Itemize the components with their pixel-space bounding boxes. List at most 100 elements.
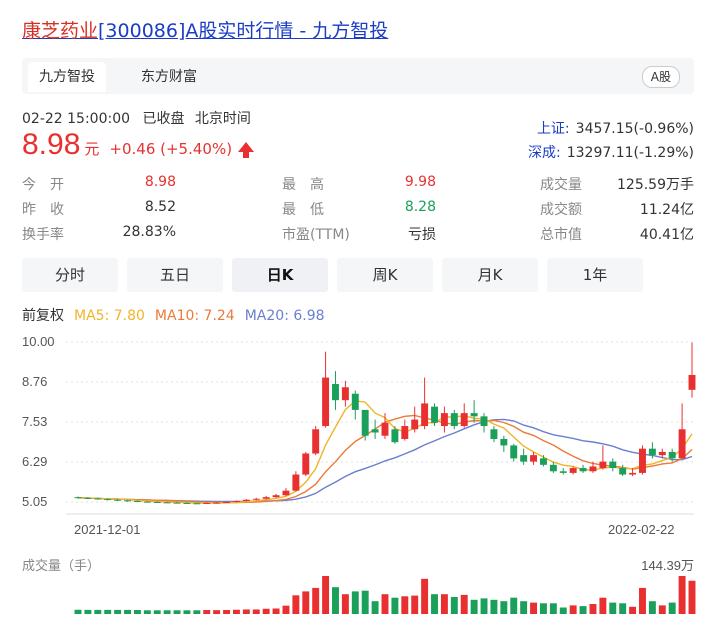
volume-bar <box>440 594 448 614</box>
candle-body <box>421 403 429 427</box>
candle-body <box>688 374 696 390</box>
candle <box>539 455 547 467</box>
candle-body <box>668 451 676 459</box>
candle-body <box>500 438 508 446</box>
candle-body <box>460 413 468 427</box>
volume-bar <box>242 609 250 614</box>
volume-bar <box>559 607 567 614</box>
candle <box>312 426 320 456</box>
candle-body <box>173 502 181 504</box>
candle-body <box>84 497 92 499</box>
candle <box>639 445 646 475</box>
candle-body <box>579 468 587 472</box>
candle-body <box>312 429 320 454</box>
candle <box>490 426 498 443</box>
volume-max: 144.39万 <box>641 558 694 573</box>
candle-body <box>351 393 359 410</box>
candle-body <box>272 495 280 498</box>
candle-body <box>292 474 300 491</box>
volume-bar <box>133 610 141 614</box>
candle <box>322 351 330 428</box>
volume-bar <box>668 602 676 614</box>
candle-body <box>480 416 488 427</box>
volume-bar <box>282 605 290 614</box>
candle-body <box>232 501 240 503</box>
candle-body <box>183 502 191 504</box>
candle <box>678 403 686 459</box>
volume-bar <box>223 610 231 614</box>
candle-body <box>361 409 369 436</box>
volume-bar <box>302 591 310 614</box>
volume-bar <box>549 603 557 614</box>
volume-bar <box>391 597 399 614</box>
candle-body <box>569 468 577 473</box>
candle-body <box>163 502 171 504</box>
candle <box>411 406 419 433</box>
candle-body <box>440 413 448 427</box>
candle-body <box>678 429 686 459</box>
candle-body <box>94 498 102 500</box>
volume-bar <box>322 576 330 614</box>
candle <box>401 419 409 441</box>
volume-bar <box>94 609 102 614</box>
candle <box>341 380 349 407</box>
volume-bar <box>143 610 151 614</box>
candle-body <box>213 502 221 504</box>
candle-body <box>193 503 201 505</box>
candle <box>559 468 567 475</box>
candle-body <box>143 501 151 503</box>
candle-body <box>619 468 627 475</box>
candle-body <box>341 387 349 401</box>
volume-bar <box>401 596 409 614</box>
volume-bar <box>510 597 518 614</box>
volume-bar <box>678 576 686 614</box>
candle-body <box>520 455 528 462</box>
candle-body <box>549 464 557 472</box>
volume-bar <box>203 610 211 614</box>
volume-bar <box>411 595 419 614</box>
volume-bar <box>431 594 438 614</box>
candle-body <box>510 445 518 459</box>
volume-bar <box>530 602 538 614</box>
candle <box>361 409 369 441</box>
volume-bar <box>361 590 369 614</box>
candle-body <box>599 461 607 469</box>
candle-body <box>391 429 399 443</box>
volume-bar <box>619 603 627 614</box>
candle-body <box>470 413 478 417</box>
candle-body <box>104 499 112 501</box>
volume-bar <box>639 587 646 614</box>
volume-bar <box>252 609 260 614</box>
candle-body <box>589 466 597 472</box>
volume-bar <box>292 595 300 614</box>
volume-bar <box>490 599 498 614</box>
candle-body <box>530 455 538 462</box>
candle-body <box>401 426 409 439</box>
volume-bar <box>351 591 359 614</box>
candle <box>480 413 488 433</box>
candle-body <box>322 377 330 427</box>
volume-bar <box>312 587 320 614</box>
volume-bar <box>104 609 112 614</box>
volume-bar <box>688 580 696 614</box>
candle-body <box>411 419 419 430</box>
volume-bar <box>84 609 92 614</box>
volume-bar <box>648 601 656 614</box>
candle-body <box>371 429 379 433</box>
candle-body <box>431 406 438 423</box>
kline-chart[interactable] <box>0 0 710 624</box>
volume-bar <box>163 610 171 614</box>
candle-body <box>153 502 161 503</box>
candle <box>599 445 607 470</box>
volume-bar <box>381 594 389 614</box>
volume-bar <box>153 610 161 614</box>
candle <box>510 443 518 462</box>
volume-bar <box>520 601 528 614</box>
candle-body <box>609 461 617 469</box>
candle-body <box>539 458 547 465</box>
volume-bar <box>371 601 379 614</box>
candle <box>500 435 508 452</box>
volume-bar <box>193 610 201 614</box>
volume-bar <box>629 606 637 614</box>
volume-bar <box>213 610 221 614</box>
